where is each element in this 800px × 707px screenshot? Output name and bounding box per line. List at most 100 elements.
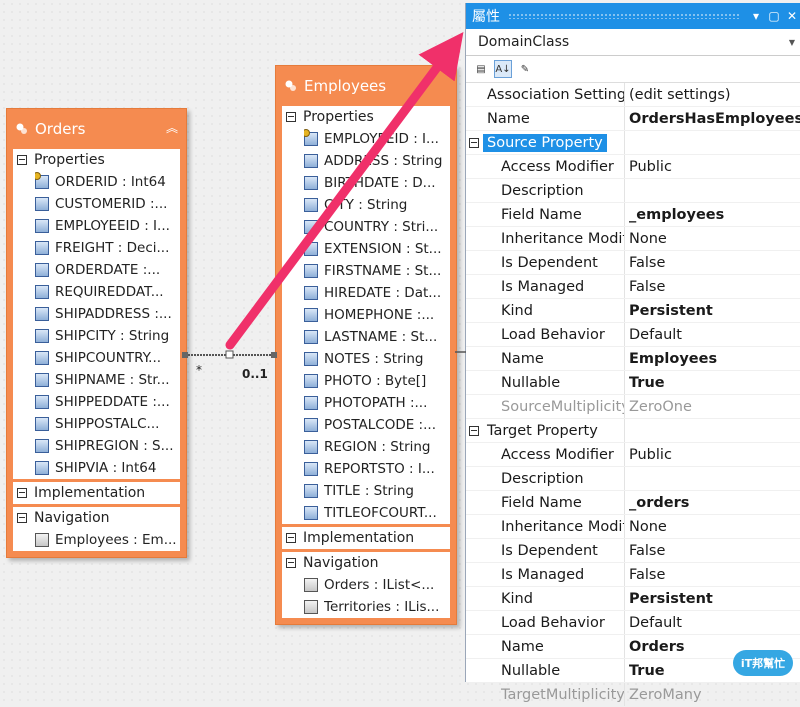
property-value[interactable]: Employees [625,351,717,367]
property-value[interactable]: True [625,375,665,391]
collapse-box-icon[interactable] [286,112,296,122]
property-value[interactable]: None [625,519,667,535]
orders-implementation-header[interactable]: Implementation [13,482,180,504]
property-value[interactable]: ZeroMany [625,687,702,703]
collapse-box-icon[interactable] [286,533,296,543]
property-row[interactable]: SHIPVIA : Int64 [35,457,180,479]
property-row[interactable]: SHIPNAME : Str... [35,369,180,391]
property-row[interactable]: BIRTHDATE : D... [304,172,450,194]
property-grid-row[interactable]: Access Modifier Public [466,155,800,179]
property-grid-row[interactable]: Is Managed False [466,563,800,587]
property-value[interactable]: OrdersHasEmployees [625,111,800,127]
property-row[interactable]: LASTNAME : St... [304,326,450,348]
employees-navigation-header[interactable]: Navigation [282,552,450,574]
property-row[interactable]: NOTES : String [304,348,450,370]
properties-panel-titlebar[interactable]: 屬性 ▾ ▢ ✕ [466,3,800,29]
orders-entity[interactable]: Orders ︽ Properties ORDERID : Int64 CUSTO… [6,108,187,558]
property-row[interactable]: CUSTOMERID :... [35,193,180,215]
property-value[interactable]: True [625,663,665,679]
property-row[interactable]: CITY : String [304,194,450,216]
property-grid-row[interactable]: Load Behavior Default [466,611,800,635]
property-grid-row[interactable]: Is Dependent False [466,539,800,563]
property-row[interactable]: ADDRESS : String [304,150,450,172]
property-grid-row[interactable]: Inheritance Modif None [466,227,800,251]
property-grid-row[interactable]: TargetMultiplicity ZeroMany [466,683,800,707]
dropdown-icon[interactable]: ▾ [747,9,765,23]
property-value[interactable]: False [625,255,665,271]
property-value[interactable]: Persistent [625,591,713,607]
property-value[interactable]: Public [625,447,672,463]
property-row[interactable]: TITLE : String [304,480,450,502]
property-value[interactable]: ZeroOne [625,399,692,415]
collapse-box-icon[interactable] [286,558,296,568]
property-pages-icon[interactable]: ✎ [516,60,534,78]
property-grid-row[interactable]: Field Name _orders [466,491,800,515]
property-category[interactable]: Source Property [466,131,800,155]
employees-properties-header[interactable]: Properties [282,106,450,128]
property-grid-row[interactable]: Inheritance Modif None [466,515,800,539]
property-grid-row[interactable]: Description [466,179,800,203]
property-row[interactable]: REPORTSTO : I... [304,458,450,480]
property-grid-row[interactable]: Nullable True [466,371,800,395]
maximize-icon[interactable]: ▢ [765,9,783,23]
property-row[interactable]: HOMEPHONE :... [304,304,450,326]
property-value[interactable]: Orders [625,639,684,655]
orders-entity-header[interactable]: Orders ︽ [7,109,186,149]
property-value[interactable]: Default [625,327,682,343]
property-value[interactable]: Persistent [625,303,713,319]
property-row[interactable]: SHIPREGION : S... [35,435,180,457]
employees-implementation-header[interactable]: Implementation [282,527,450,549]
property-row[interactable]: EMPLOYEEID : I... [35,215,180,237]
property-row[interactable]: REGION : String [304,436,450,458]
collapse-box-icon[interactable] [469,425,479,436]
close-icon[interactable]: ✕ [783,9,800,23]
employees-entity[interactable]: Employees Properties EMPLOYEEID : I... AD… [275,65,457,625]
property-grid-row[interactable]: Access Modifier Public [466,443,800,467]
navigation-row[interactable]: Orders : IList<... [304,574,450,596]
property-value[interactable]: False [625,543,665,559]
property-row[interactable]: SHIPCOUNTRY... [35,347,180,369]
property-category[interactable]: Target Property [466,419,800,443]
property-value[interactable]: Public [625,159,672,175]
property-row[interactable]: TITLEOFCOURT... [304,502,450,524]
property-row[interactable]: POSTALCODE :... [304,414,450,436]
categorized-icon[interactable]: ▤ [472,60,490,78]
property-row[interactable]: SHIPPEDDATE :... [35,391,180,413]
property-row[interactable]: FIRSTNAME : St... [304,260,450,282]
property-grid-row[interactable]: Load Behavior Default [466,323,800,347]
navigation-row[interactable]: Territories : ILis... [304,596,450,618]
orders-navigation-header[interactable]: Navigation [13,507,180,529]
navigation-row[interactable]: Employees : Em... [35,529,180,551]
collapse-box-icon[interactable] [17,513,27,523]
property-row[interactable]: EXTENSION : St... [304,238,450,260]
property-grid-row[interactable]: Is Dependent False [466,251,800,275]
drag-grip[interactable] [508,13,739,19]
property-grid-row[interactable]: Name Employees [466,347,800,371]
property-grid-row[interactable]: Association Settings (edit settings) [466,83,800,107]
property-value[interactable]: Default [625,615,682,631]
property-row[interactable]: HIREDATE : Dat... [304,282,450,304]
property-value[interactable]: None [625,231,667,247]
property-row[interactable]: SHIPCITY : String [35,325,180,347]
property-row[interactable]: EMPLOYEEID : I... [304,128,450,150]
property-row[interactable]: SHIPADDRESS :... [35,303,180,325]
employees-entity-header[interactable]: Employees [276,66,456,106]
property-row[interactable]: FREIGHT : Deci... [35,237,180,259]
property-value[interactable]: False [625,567,665,583]
property-value[interactable]: _orders [625,495,689,511]
property-grid-row[interactable]: SourceMultiplicity ZeroOne [466,395,800,419]
property-grid-row[interactable]: Description [466,467,800,491]
collapse-icon[interactable]: ︽ [166,119,178,136]
property-grid-row[interactable]: Kind Persistent [466,587,800,611]
property-value[interactable]: _employees [625,207,724,223]
property-grid-row[interactable]: Kind Persistent [466,299,800,323]
property-row[interactable]: SHIPPOSTALC... [35,413,180,435]
property-row[interactable]: COUNTRY : Stri... [304,216,450,238]
property-row[interactable]: ORDERID : Int64 [35,171,180,193]
property-grid-row[interactable]: Field Name _employees [466,203,800,227]
collapse-box-icon[interactable] [17,155,27,165]
property-grid-row[interactable]: Name OrdersHasEmployees [466,107,800,131]
property-value[interactable]: False [625,279,665,295]
alphabetical-icon[interactable]: A↓ [494,60,512,78]
orders-properties-header[interactable]: Properties [13,149,180,171]
